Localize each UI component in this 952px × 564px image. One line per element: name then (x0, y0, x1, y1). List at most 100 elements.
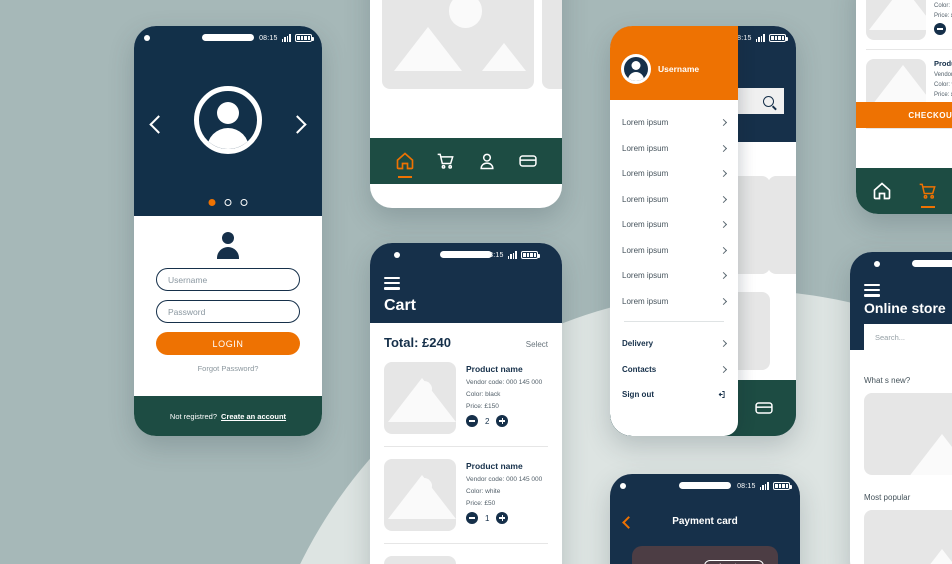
user-icon (156, 232, 300, 259)
quantity-decrease-button[interactable] (466, 512, 478, 524)
user-icon-head (222, 232, 234, 244)
home-icon[interactable] (872, 181, 892, 201)
quantity-decrease-button[interactable] (466, 415, 478, 427)
drawer-header: Username (610, 26, 738, 100)
payment-card-visual[interactable]: Lorem ipsum (632, 546, 778, 564)
menu-item[interactable]: Lorem ipsum (622, 136, 728, 162)
product-image-placeholder[interactable] (864, 510, 952, 564)
carousel-dot-1[interactable] (208, 199, 216, 206)
front-camera-dot (144, 35, 150, 41)
user-icon[interactable] (477, 151, 497, 171)
checkout-button[interactable]: CHECKOUT (856, 102, 952, 128)
bottom-tab-bar (370, 138, 562, 184)
menu-item-delivery[interactable]: Delivery (622, 331, 728, 357)
menu-item-label: Contacts (622, 364, 657, 374)
product-price: Price: £50 (466, 500, 496, 507)
menu-item[interactable]: Lorem ipsum (622, 110, 728, 136)
front-camera-dot (620, 483, 626, 489)
menu-item-sign-out[interactable]: Sign out (622, 382, 726, 408)
password-input[interactable]: Password (156, 300, 300, 323)
chevron-right-icon (719, 340, 728, 348)
image-mountain-shape (869, 0, 926, 31)
menu-item-label: Lorem ipsum (622, 220, 669, 230)
user-avatar-icon[interactable] (621, 54, 651, 84)
page-title: Payment card (672, 516, 738, 527)
menu-item[interactable]: Lorem ipsum (622, 161, 728, 187)
speaker-notch (440, 251, 492, 258)
popular-card-row (382, 0, 562, 89)
product-color: Color: white (466, 488, 501, 495)
quantity-stepper[interactable] (934, 23, 952, 35)
product-thumbnail[interactable] (866, 0, 926, 40)
product-thumbnail[interactable] (384, 362, 456, 434)
chevron-right-icon (719, 170, 728, 178)
carousel-dots[interactable] (208, 199, 248, 206)
product-color: Color: black (466, 391, 501, 398)
bottom-tab-bar (856, 168, 952, 214)
username-input[interactable]: Username (156, 268, 300, 291)
product-image-placeholder[interactable] (382, 0, 534, 89)
hamburger-icon[interactable] (384, 277, 400, 290)
status-bar: 08:15 (610, 474, 800, 498)
menu-item-label: Lorem ipsum (622, 296, 669, 306)
product-color: Color: white (934, 82, 952, 88)
quantity-stepper[interactable]: 1 (466, 512, 548, 524)
carousel-dot-3[interactable] (240, 199, 248, 206)
product-thumbnail[interactable] (384, 459, 456, 531)
cart-icon[interactable] (918, 181, 938, 208)
create-account-link[interactable]: Create an account (221, 412, 286, 421)
search-input[interactable]: Search... (864, 324, 952, 350)
hamburger-icon[interactable] (864, 284, 880, 297)
quantity-increase-button[interactable] (496, 415, 509, 427)
menu-item-label: Lorem ipsum (622, 143, 669, 153)
cart-total-row: Total: £240 Select (384, 335, 548, 350)
page-title: Cart (384, 297, 417, 314)
menu-item-label: Lorem ipsum (622, 194, 669, 204)
login-button[interactable]: LOGIN (156, 332, 300, 355)
product-vendor-code: Vendor code: 000 145 000 (934, 72, 952, 78)
quantity-increase-button[interactable] (496, 512, 509, 524)
payment-header: 08:15 Payment card Lorem ipsum (610, 474, 800, 564)
card-icon[interactable] (754, 398, 774, 418)
home-icon[interactable] (395, 151, 415, 178)
menu-item-contacts[interactable]: Contacts (622, 357, 728, 383)
drawer-menu-list: Lorem ipsum Lorem ipsum Lorem ipsum Lore… (610, 100, 738, 408)
menu-item-label: Sign out (622, 390, 654, 400)
select-link[interactable]: Select (526, 340, 548, 349)
cart-body: Total: £240 Select Product name Vendor c… (370, 323, 562, 564)
speaker-notch (679, 482, 731, 489)
sign-out-icon (717, 390, 726, 399)
forgot-password-link[interactable]: Forgot Password? (156, 364, 300, 373)
menu-item-label: Delivery (622, 339, 654, 349)
avatar-body (207, 128, 249, 149)
menu-item[interactable]: Lorem ipsum (622, 289, 728, 315)
section-label-whats-new: What s new? (864, 376, 911, 385)
card-icon[interactable] (518, 151, 538, 171)
product-color: Color: black (934, 3, 952, 9)
product-name: Product name (466, 461, 523, 471)
chevron-right-icon[interactable] (288, 115, 307, 134)
menu-item[interactable]: Lorem ipsum (622, 238, 728, 264)
carousel-dot-2[interactable] (224, 199, 232, 206)
active-tab-underline (397, 176, 412, 178)
not-registered-label: Not registred? (169, 411, 218, 421)
menu-item-label: Lorem ipsum (622, 169, 669, 179)
chevron-left-icon[interactable] (149, 115, 168, 134)
product-vendor-code: Vendor code: 000 145 000 (466, 476, 543, 483)
product-image-placeholder[interactable] (864, 393, 952, 475)
status-bar: 08:15 (134, 26, 322, 50)
product-thumbnail[interactable] (384, 556, 456, 564)
quantity-stepper[interactable]: 2 (466, 415, 548, 427)
phone-login-screen: 08:15 Username Password LOGIN Forgot Pas… (134, 26, 322, 436)
signal-icon (759, 482, 769, 490)
quantity-decrease-button[interactable] (934, 23, 946, 35)
chevron-right-icon (719, 272, 728, 280)
status-indicators: 08:15 (485, 251, 540, 259)
menu-item[interactable]: Lorem ipsum (622, 212, 728, 238)
speaker-notch (202, 34, 254, 41)
product-vendor-code: Vendor code: 000 145 000 (466, 379, 543, 386)
product-image-placeholder-next[interactable] (542, 0, 562, 89)
menu-item[interactable]: Lorem ipsum (622, 263, 728, 289)
cart-icon[interactable] (436, 151, 456, 171)
menu-item[interactable]: Lorem ipsum (622, 187, 728, 213)
